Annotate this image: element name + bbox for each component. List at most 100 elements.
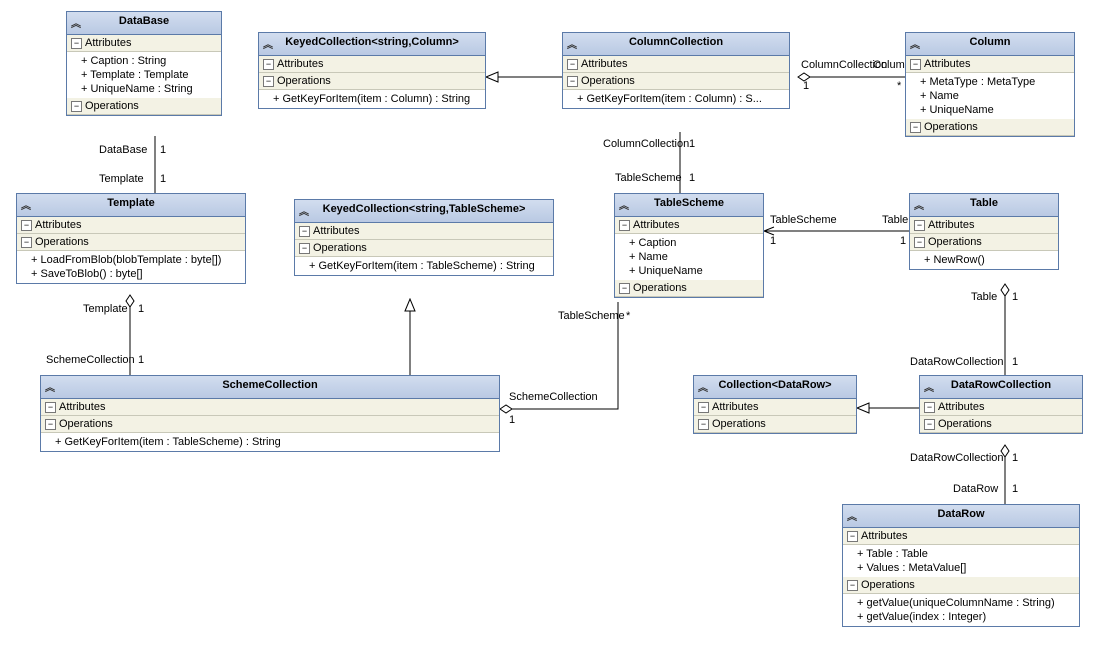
label-database-mult: 1	[160, 144, 166, 156]
attributes-header[interactable]: −Attributes	[615, 217, 763, 234]
label-table-role: Table	[882, 214, 908, 226]
class-name: Collection<DataRow>	[718, 379, 831, 391]
operations-header[interactable]: −Operations	[906, 119, 1074, 136]
op: GetKeyForItem(item : Column) : S...	[577, 92, 785, 106]
collapse-icon[interactable]: ︽	[263, 36, 273, 51]
operations-header[interactable]: −Operations	[67, 98, 221, 115]
class-tablescheme[interactable]: ︽ TableScheme −Attributes Caption Name U…	[614, 193, 764, 298]
operations-header[interactable]: −Operations	[920, 416, 1082, 433]
attributes-header[interactable]: −Attributes	[259, 56, 485, 73]
label-table-role2: Table	[971, 291, 997, 303]
label-tablescheme-role: TableScheme	[615, 172, 682, 184]
attr: Caption : String	[81, 54, 217, 68]
class-title: ︽ DataRowCollection	[920, 376, 1082, 399]
attributes-header[interactable]: −Attributes	[563, 56, 789, 73]
collapse-icon[interactable]: ︽	[619, 197, 629, 212]
label-database-role: DataBase	[99, 144, 147, 156]
class-name: KeyedCollection<string,TableScheme>	[323, 203, 526, 215]
operations-header[interactable]: −Operations	[910, 234, 1058, 251]
attributes-header[interactable]: −Attributes	[17, 217, 245, 234]
class-name: DataRowCollection	[951, 379, 1051, 391]
attributes-header[interactable]: −Attributes	[295, 223, 553, 240]
class-datarow[interactable]: ︽ DataRow −Attributes Table : Table Valu…	[842, 504, 1080, 627]
operations-header[interactable]: −Operations	[563, 73, 789, 90]
attributes-header[interactable]: −Attributes	[843, 528, 1079, 545]
attributes-header[interactable]: −Attributes	[910, 217, 1058, 234]
collapse-icon[interactable]: ︽	[71, 15, 81, 30]
label-column-mult: *	[897, 80, 901, 92]
class-name: TableScheme	[654, 197, 724, 209]
operations-header[interactable]: −Operations	[843, 577, 1079, 594]
class-columncollection[interactable]: ︽ ColumnCollection −Attributes −Operatio…	[562, 32, 790, 109]
collapse-icon[interactable]: ︽	[910, 36, 920, 51]
label-datarow-role: DataRow	[953, 483, 998, 495]
collapse-icon[interactable]: ︽	[21, 197, 31, 212]
operations-body: GetKeyForItem(item : TableScheme) : Stri…	[295, 257, 553, 275]
attributes-header[interactable]: −Attributes	[906, 56, 1074, 73]
class-title: ︽ Template	[17, 194, 245, 217]
class-title: ︽ Column	[906, 33, 1074, 56]
operations-header[interactable]: −Operations	[615, 280, 763, 297]
operations-header[interactable]: −Operations	[694, 416, 856, 433]
attributes-body: MetaType : MetaType Name UniqueName	[906, 73, 1074, 119]
attributes-header[interactable]: −Attributes	[694, 399, 856, 416]
class-keyedcollection-tablescheme[interactable]: ︽ KeyedCollection<string,TableScheme> −A…	[294, 199, 554, 276]
collapse-icon[interactable]: ︽	[299, 203, 309, 218]
label-colcoll-mult: 1	[803, 80, 809, 92]
class-collection-datarow[interactable]: ︽ Collection<DataRow> −Attributes −Opera…	[693, 375, 857, 434]
op: GetKeyForItem(item : TableScheme) : Stri…	[309, 259, 549, 273]
label-schemecoll-role: SchemeCollection	[46, 354, 135, 366]
operations-body: LoadFromBlob(blobTemplate : byte[]) Save…	[17, 251, 245, 283]
op: getValue(index : Integer)	[857, 610, 1075, 624]
class-title: ︽ Table	[910, 194, 1058, 217]
label-drc-mult2: 1	[1012, 452, 1018, 464]
class-schemecollection[interactable]: ︽ SchemeCollection −Attributes −Operatio…	[40, 375, 500, 452]
label-table-mult: 1	[900, 235, 906, 247]
class-name: DataBase	[119, 15, 169, 27]
collapse-icon[interactable]: ︽	[698, 379, 708, 394]
label-drc-role: DataRowCollection	[910, 356, 1004, 368]
collapse-icon[interactable]: ︽	[914, 197, 924, 212]
collapse-icon[interactable]: ︽	[847, 508, 857, 523]
op: GetKeyForItem(item : TableScheme) : Stri…	[55, 435, 495, 449]
attributes-header[interactable]: −Attributes	[41, 399, 499, 416]
class-table[interactable]: ︽ Table −Attributes −Operations NewRow()	[909, 193, 1059, 270]
class-title: ︽ KeyedCollection<string,Column>	[259, 33, 485, 56]
class-template[interactable]: ︽ Template −Attributes −Operations LoadF…	[16, 193, 246, 284]
attr: Name	[629, 250, 759, 264]
attributes-header[interactable]: −Attributes	[920, 399, 1082, 416]
label-colcoll-mult2: 1	[689, 138, 695, 150]
class-database[interactable]: ︽ DataBase −Attributes Caption : String …	[66, 11, 222, 116]
attributes-header[interactable]: −Attributes	[67, 35, 221, 52]
operations-body: GetKeyForItem(item : Column) : S...	[563, 90, 789, 108]
label-drc-mult: 1	[1012, 356, 1018, 368]
operations-header[interactable]: −Operations	[295, 240, 553, 257]
attr: Caption	[629, 236, 759, 250]
operations-header[interactable]: −Operations	[41, 416, 499, 433]
attr: UniqueName	[629, 264, 759, 278]
attributes-body: Caption : String Template : Template Uni…	[67, 52, 221, 98]
label-tablescheme-mult2: 1	[770, 235, 776, 247]
label-template-mult2: 1	[138, 303, 144, 315]
label-colcoll-role2: ColumnCollection	[603, 138, 689, 150]
class-keyedcollection-column[interactable]: ︽ KeyedCollection<string,Column> −Attrib…	[258, 32, 486, 109]
op: NewRow()	[924, 253, 1054, 267]
label-template-role2: Template	[83, 303, 128, 315]
collapse-icon[interactable]: ︽	[567, 36, 577, 51]
collapse-icon[interactable]: ︽	[45, 379, 55, 394]
attributes-body: Table : Table Values : MetaValue[]	[843, 545, 1079, 577]
class-title: ︽ DataRow	[843, 505, 1079, 528]
class-datarowcollection[interactable]: ︽ DataRowCollection −Attributes −Operati…	[919, 375, 1083, 434]
op: getValue(uniqueColumnName : String)	[857, 596, 1075, 610]
class-name: Column	[970, 36, 1011, 48]
label-tablescheme-role2: TableScheme	[770, 214, 837, 226]
label-schemecoll-role2: SchemeCollection	[509, 391, 598, 403]
label-template-role: Template	[99, 173, 144, 185]
class-name: Table	[970, 197, 998, 209]
collapse-icon[interactable]: ︽	[924, 379, 934, 394]
operations-header[interactable]: −Operations	[17, 234, 245, 251]
attr: Name	[920, 89, 1070, 103]
operations-header[interactable]: −Operations	[259, 73, 485, 90]
class-column[interactable]: ︽ Column −Attributes MetaType : MetaType…	[905, 32, 1075, 137]
op: GetKeyForItem(item : Column) : String	[273, 92, 481, 106]
